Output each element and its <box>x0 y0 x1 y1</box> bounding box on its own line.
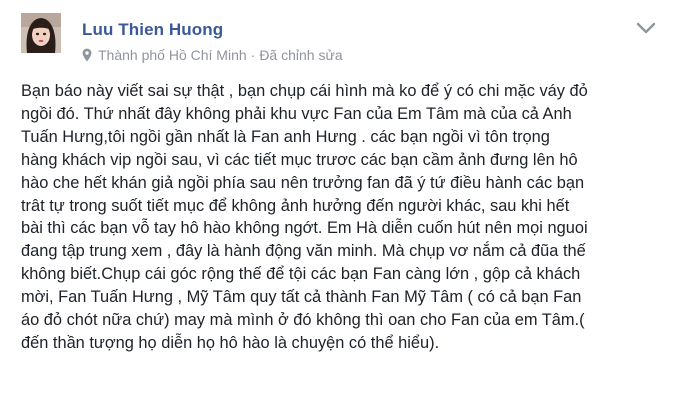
post-body-line: bài thì các bạn vỗ tay hô hào không ngớt… <box>21 219 588 238</box>
post-body-line: hàng khách vip ngồi sau, vì các tiết mục… <box>21 150 578 169</box>
post-body-line: mời, Fan Tuấn Hưng , Mỹ Tâm quy tất cả t… <box>21 288 582 307</box>
edited-label[interactable]: Đã chỉnh sửa <box>259 47 342 63</box>
post-body-line: hào che hết khán giả ngồi phía sau nên t… <box>21 173 585 192</box>
post-body-line: đến thần tượng họ diễn họ hô hào là chuy… <box>21 333 440 352</box>
post-meta: Thành phố Hồ Chí Minh · Đã chỉnh sửa <box>82 45 343 65</box>
post-body-line: trât tự trong suốt tiết mục để không ảnh… <box>21 196 570 215</box>
map-pin-icon <box>82 48 92 62</box>
chevron-down-icon[interactable] <box>635 21 657 35</box>
post-body-line: Bạn báo này viết sai sự thật , bạn chụp … <box>21 82 588 100</box>
avatar-photo <box>21 13 61 53</box>
location-link[interactable]: Thành phố Hồ Chí Minh <box>98 47 247 63</box>
post-body-line: áo đỏ chót nữa chứ) may mà mình ở đó khô… <box>21 311 585 330</box>
post-body-line: đang tập trung xem , đây là hành động vă… <box>21 242 586 261</box>
post-body-line: không biết.Chụp cái góc rộng thế để tội … <box>21 265 581 284</box>
meta-separator: · <box>250 47 256 63</box>
facebook-post: Luu Thien Huong Thành phố Hồ Chí Minh · … <box>0 0 685 405</box>
post-body-text: Bạn báo này viết sai sự thật , bạn chụp … <box>21 80 671 355</box>
author-name-link[interactable]: Luu Thien Huong <box>82 20 223 40</box>
author-avatar[interactable] <box>21 13 61 53</box>
post-body-line: Tuấn Hưng,tôi ngồi gần nhất là Fan anh H… <box>21 127 550 146</box>
post-body-line: ngồi đó. Thứ nhất đây không phải khu vực… <box>21 104 572 123</box>
